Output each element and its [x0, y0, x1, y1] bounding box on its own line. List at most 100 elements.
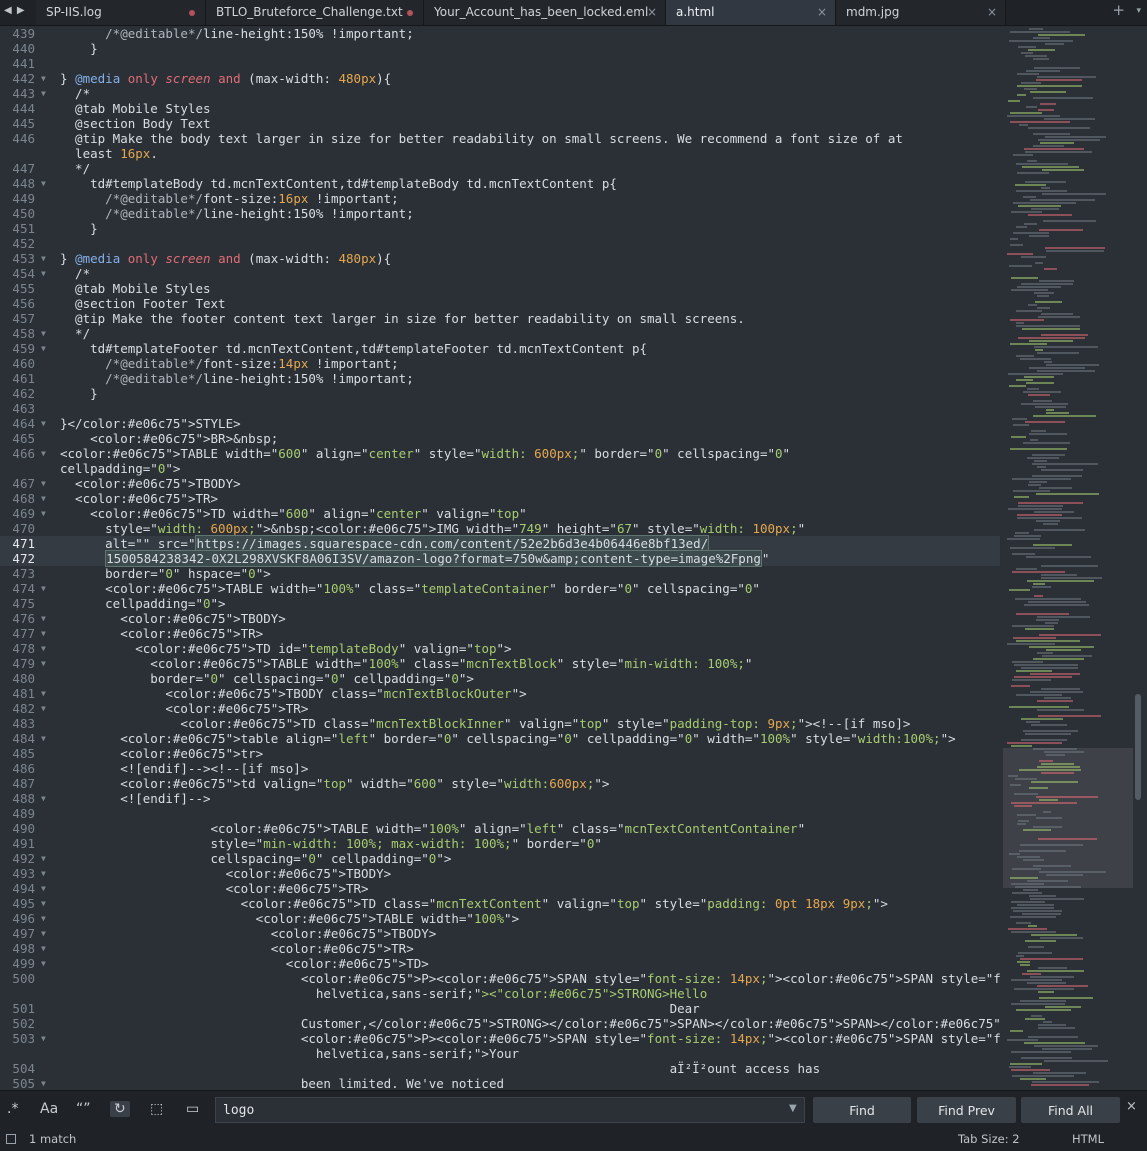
code-line[interactable]: least 16px. [0, 146, 1000, 161]
fold-arrow-icon[interactable]: ▼ [41, 641, 46, 656]
code-line[interactable]: 476 ▼ <color:#e06c75">TBODY> [0, 611, 1000, 626]
code-line[interactable]: 497 ▼ <color:#e06c75">TBODY> [0, 926, 1000, 941]
code-line[interactable]: 463 [0, 401, 1000, 416]
fold-arrow-icon[interactable]: ▼ [41, 701, 46, 716]
fold-arrow-icon[interactable]: ▼ [41, 326, 46, 341]
code-line[interactable]: 482 ▼ <color:#e06c75">TR> [0, 701, 1000, 716]
case-sensitive-toggle-icon[interactable]: Aa [40, 1101, 58, 1117]
vertical-scrollbar[interactable] [1135, 694, 1141, 800]
fold-arrow-icon[interactable]: ▼ [41, 341, 46, 356]
tab-mdm-jpg[interactable]: mdm.jpg × [836, 0, 1006, 25]
code-line[interactable]: 464 ▼}</color:#e06c75">STYLE> [0, 416, 1000, 431]
code-line[interactable]: 475 cellpadding="0"> [0, 596, 1000, 611]
fold-arrow-icon[interactable]: ▼ [41, 506, 46, 521]
code-line[interactable]: 454 ▼ /* [0, 266, 1000, 281]
code-line[interactable]: 465 <color:#e06c75">BR>&nbsp; [0, 431, 1000, 446]
code-line[interactable]: 466 ▼ <color:#e06c75">TABLE width="600" al… [0, 446, 1000, 461]
find-input[interactable] [215, 1097, 805, 1123]
code-line[interactable]: 459 ▼ td#templateFooter td.mcnTextContent… [0, 341, 1000, 356]
code-line[interactable]: 447 */ [0, 161, 1000, 176]
code-line[interactable]: 456 @section Footer Text [0, 296, 1000, 311]
code-line[interactable]: 494 ▼ <color:#e06c75">TR> [0, 881, 1000, 896]
fold-arrow-icon[interactable]: ▼ [41, 791, 46, 806]
code-line[interactable]: 467 ▼ <color:#e06c75">TBODY> [0, 476, 1000, 491]
code-line[interactable]: 455 @tab Mobile Styles [0, 281, 1000, 296]
code-line[interactable]: 480 border="0" cellspacing="0" cellpaddi… [0, 671, 1000, 686]
fold-arrow-icon[interactable]: ▼ [41, 611, 46, 626]
code-line[interactable]: 489 [0, 806, 1000, 821]
fold-arrow-icon[interactable]: ▼ [41, 881, 46, 896]
fold-arrow-icon[interactable]: ▼ [41, 266, 46, 281]
fold-arrow-icon[interactable]: ▼ [41, 476, 46, 491]
code-line[interactable]: 440 } [0, 41, 1000, 56]
code-line[interactable]: 468 ▼ <color:#e06c75">TR> [0, 491, 1000, 506]
fold-arrow-icon[interactable]: ▼ [41, 1031, 46, 1046]
fold-arrow-icon[interactable]: ▼ [41, 1076, 46, 1090]
tab-sp-iis-log[interactable]: SP-IIS.log [36, 0, 206, 25]
code-line[interactable]: 441 [0, 56, 1000, 71]
fold-arrow-icon[interactable]: ▼ [41, 656, 46, 671]
minimap[interactable] [1003, 26, 1133, 1090]
code-line[interactable]: 493 ▼ <color:#e06c75">TBODY> [0, 866, 1000, 881]
code-line[interactable]: 484 ▼ <color:#e06c75">table align="left" … [0, 731, 1000, 746]
fold-arrow-icon[interactable]: ▼ [41, 176, 46, 191]
fold-arrow-icon[interactable]: ▼ [41, 686, 46, 701]
code-line[interactable]: 471 alt="" src="https://images.squarespa… [0, 535, 1000, 552]
fold-arrow-icon[interactable]: ▼ [41, 896, 46, 911]
code-line[interactable]: 491 style="min-width: 100%; max-width: 1… [0, 836, 1000, 851]
code-line[interactable]: 479 ▼ <color:#e06c75">TABLE width="100%" … [0, 656, 1000, 671]
code-line[interactable]: 446 @tip Make the body text larger in si… [0, 131, 1000, 146]
code-line[interactable]: 462 } [0, 386, 1000, 401]
code-editor[interactable]: 439 /*@editable*/line-height:150% !impor… [0, 26, 1000, 1090]
code-line[interactable]: 487 <color:#e06c75">td valign="top" widt… [0, 776, 1000, 791]
code-line[interactable]: helvetica,sans-serif;">Your [0, 1046, 1000, 1061]
code-line[interactable]: 502 Customer,</color:#e06c75">STRONG></c… [0, 1016, 1000, 1031]
unsaved-dot-icon[interactable] [189, 10, 195, 16]
fold-arrow-icon[interactable]: ▼ [41, 866, 46, 881]
find-all-button[interactable]: Find All [1021, 1097, 1120, 1123]
code-line[interactable]: 503 ▼ <color:#e06c75">P><color:#e06c75">S… [0, 1031, 1000, 1046]
code-line[interactable]: 453 ▼} @media only screen and (max-width:… [0, 251, 1000, 266]
code-line[interactable]: 485 <color:#e06c75">tr> [0, 746, 1000, 761]
fold-arrow-icon[interactable]: ▼ [41, 251, 46, 266]
close-icon[interactable]: × [647, 0, 657, 25]
tab-size-selector[interactable]: Tab Size: 2 [958, 1128, 1020, 1150]
code-line[interactable]: 477 ▼ <color:#e06c75">TR> [0, 626, 1000, 641]
highlight-matches-toggle-icon[interactable]: ▭ [186, 1101, 199, 1117]
syntax-selector[interactable]: HTML [1072, 1128, 1104, 1150]
code-line[interactable]: 488 ▼ <![endif]--> [0, 791, 1000, 806]
regex-toggle-icon[interactable]: .* [7, 1101, 18, 1117]
close-icon[interactable]: × [987, 0, 997, 25]
code-line[interactable]: 501 Dear [0, 1001, 1000, 1016]
code-line[interactable]: 496 ▼ <color:#e06c75">TABLE width="100%"> [0, 911, 1000, 926]
code-line[interactable]: 470 style="width: 600px;">&nbsp;<color:#… [0, 521, 1000, 536]
fold-arrow-icon[interactable]: ▼ [41, 626, 46, 641]
code-line[interactable]: 499 ▼ <color:#e06c75">TD> [0, 956, 1000, 971]
fold-arrow-icon[interactable]: ▼ [41, 416, 46, 431]
fold-arrow-icon[interactable]: ▼ [41, 911, 46, 926]
code-line[interactable]: 445 @section Body Text [0, 116, 1000, 131]
code-line[interactable]: 490 <color:#e06c75">TABLE width="100%" a… [0, 821, 1000, 836]
fold-arrow-icon[interactable]: ▼ [41, 956, 46, 971]
code-line[interactable]: helvetica,sans-serif;"><"color:#e06c75">… [0, 986, 1000, 1001]
tab-btlo-bruteforce[interactable]: BTLO_Bruteforce_Challenge.txt [206, 0, 424, 25]
code-line[interactable]: 444 @tab Mobile Styles [0, 101, 1000, 116]
code-line[interactable]: 495 ▼ <color:#e06c75">TD class="mcnTextCo… [0, 896, 1000, 911]
code-line[interactable]: 474 ▼ <color:#e06c75">TABLE width="100%" … [0, 581, 1000, 596]
find-prev-button[interactable]: Find Prev [917, 1097, 1016, 1123]
fold-arrow-icon[interactable]: ▼ [41, 731, 46, 746]
code-line[interactable]: 461 /*@editable*/line-height:150% !impor… [0, 371, 1000, 386]
fold-arrow-icon[interactable]: ▼ [41, 446, 46, 461]
code-line[interactable]: 481 ▼ <color:#e06c75">TBODY class="mcnTex… [0, 686, 1000, 701]
code-line[interactable]: 473 border="0" hspace="0"> [0, 566, 1000, 581]
code-line[interactable]: 478 ▼ <color:#e06c75">TD id="templateBody… [0, 641, 1000, 656]
fold-arrow-icon[interactable]: ▼ [41, 491, 46, 506]
close-find-panel-icon[interactable]: × [1126, 1099, 1137, 1114]
code-line[interactable]: 450 /*@editable*/line-height:150% !impor… [0, 206, 1000, 221]
panel-toggle-icon[interactable] [6, 1134, 16, 1144]
code-line[interactable]: 449 /*@editable*/font-size:16px !importa… [0, 191, 1000, 206]
fold-arrow-icon[interactable]: ▼ [41, 71, 46, 86]
fold-arrow-icon[interactable]: ▼ [41, 86, 46, 101]
code-line[interactable]: 483 <color:#e06c75">TD class="mcnTextBlo… [0, 716, 1000, 731]
whole-word-toggle-icon[interactable]: “” [76, 1101, 91, 1117]
